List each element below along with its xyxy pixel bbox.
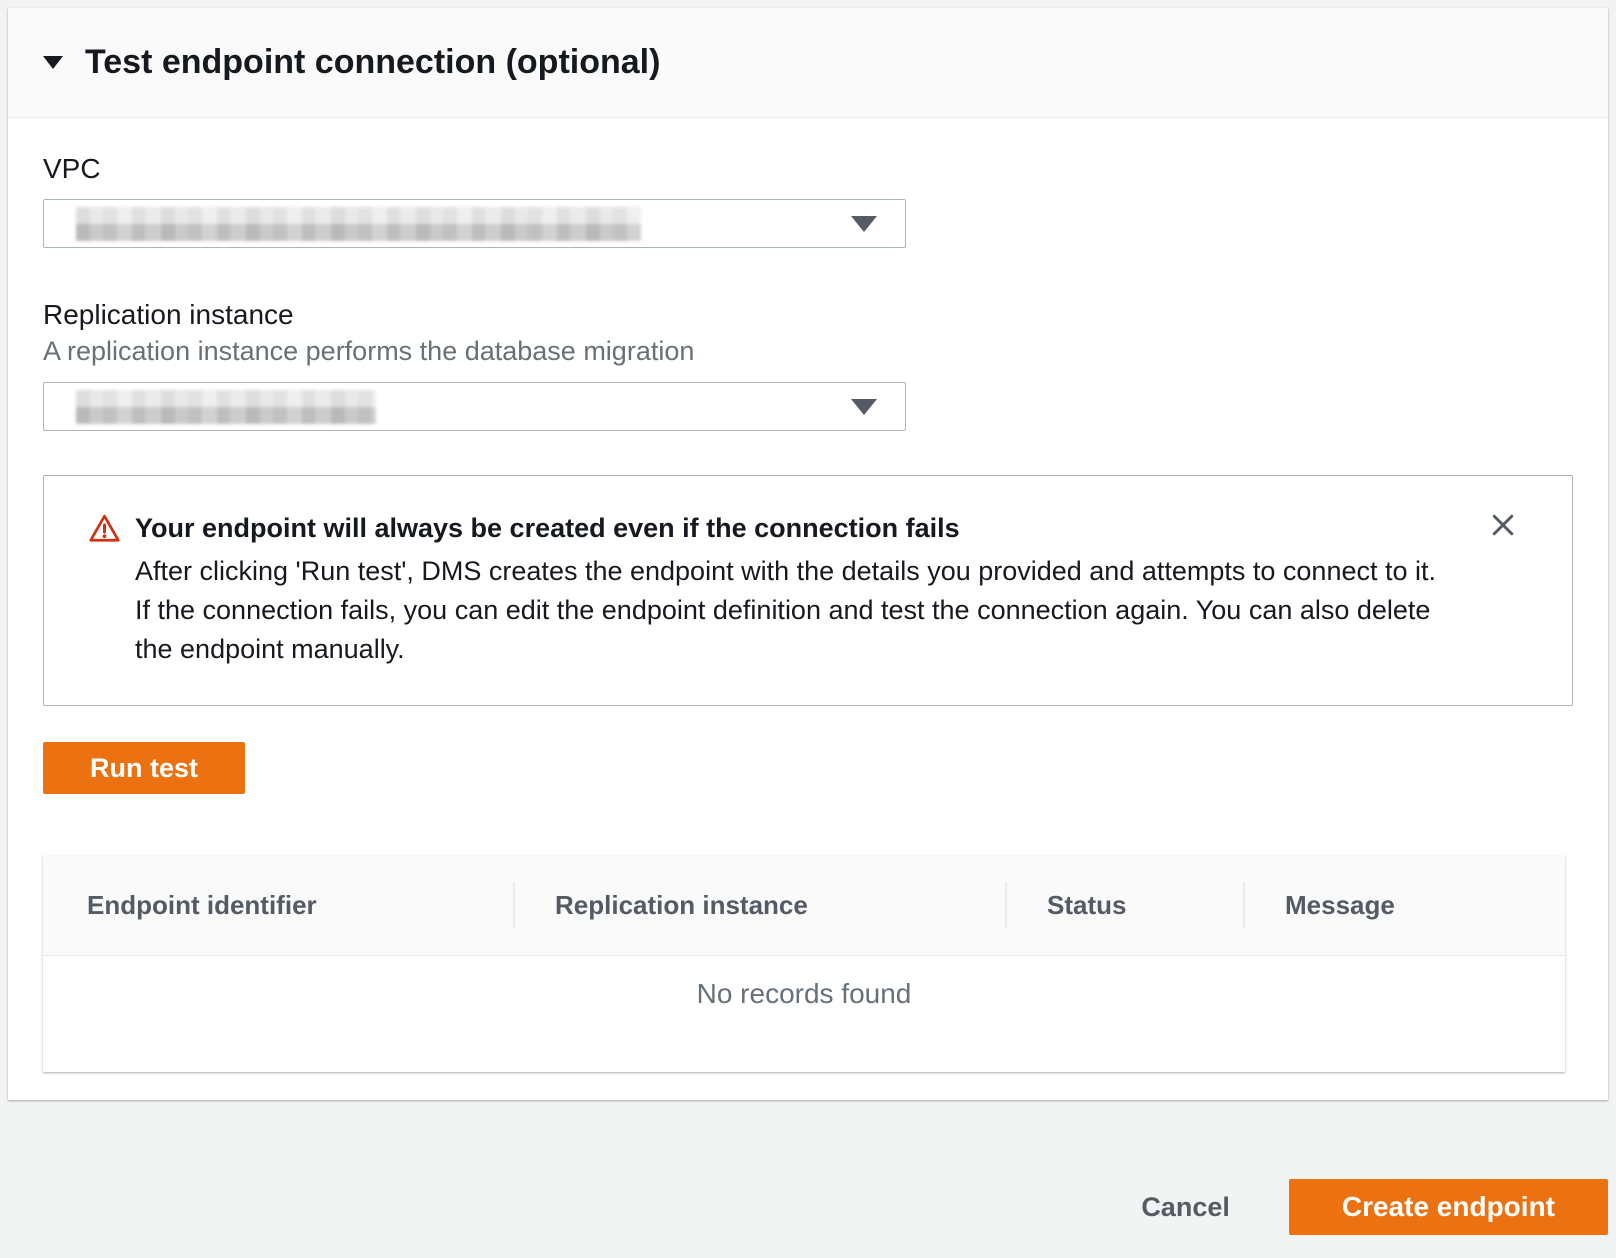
test-endpoint-connection-panel: Test endpoint connection (optional) VPC …	[8, 8, 1608, 1100]
replication-instance-description: A replication instance performs the data…	[43, 335, 1573, 368]
section-title: Test endpoint connection (optional)	[85, 43, 660, 82]
alert-close-button[interactable]	[1486, 508, 1520, 542]
table-header-row: Endpoint identifier Replication instance…	[43, 856, 1565, 956]
vpc-selected-value-redacted	[76, 207, 641, 241]
replication-instance-label: Replication instance	[43, 298, 1573, 331]
table-empty-message: No records found	[43, 956, 1565, 1072]
caret-down-icon	[43, 56, 63, 69]
section-header-toggle[interactable]: Test endpoint connection (optional)	[8, 8, 1608, 118]
warning-triangle-icon	[88, 512, 121, 545]
vpc-select[interactable]	[43, 199, 906, 248]
test-results-table: Endpoint identifier Replication instance…	[43, 856, 1565, 1072]
replication-instance-select[interactable]	[43, 382, 906, 431]
form-actions-footer: Cancel Create endpoint	[0, 1100, 1616, 1235]
run-test-button[interactable]: Run test	[43, 742, 245, 794]
replication-instance-selected-value-redacted	[76, 390, 376, 424]
page: { "colors": { "accent_orange": "#ec7211"…	[0, 8, 1616, 1258]
vpc-field-group: VPC	[43, 152, 1573, 248]
alert-body: After clicking 'Run test', DMS creates t…	[135, 552, 1440, 669]
vpc-label: VPC	[43, 152, 1573, 185]
column-header-endpoint-identifier: Endpoint identifier	[43, 856, 513, 955]
dropdown-arrow-icon	[851, 216, 877, 232]
alert-content: Your endpoint will always be created eve…	[135, 510, 1440, 669]
column-header-message: Message	[1243, 856, 1565, 955]
create-endpoint-button[interactable]: Create endpoint	[1289, 1179, 1608, 1235]
dropdown-arrow-icon	[851, 399, 877, 415]
alert-title: Your endpoint will always be created eve…	[135, 510, 1440, 547]
replication-instance-field-group: Replication instance A replication insta…	[43, 298, 1573, 431]
column-header-replication-instance: Replication instance	[513, 856, 1005, 955]
close-icon	[1488, 510, 1518, 540]
column-header-status: Status	[1005, 856, 1243, 955]
cancel-button[interactable]: Cancel	[1141, 1192, 1230, 1223]
section-content: VPC Replication instance A replication i…	[8, 118, 1608, 1072]
connection-warning-alert: Your endpoint will always be created eve…	[43, 475, 1573, 706]
